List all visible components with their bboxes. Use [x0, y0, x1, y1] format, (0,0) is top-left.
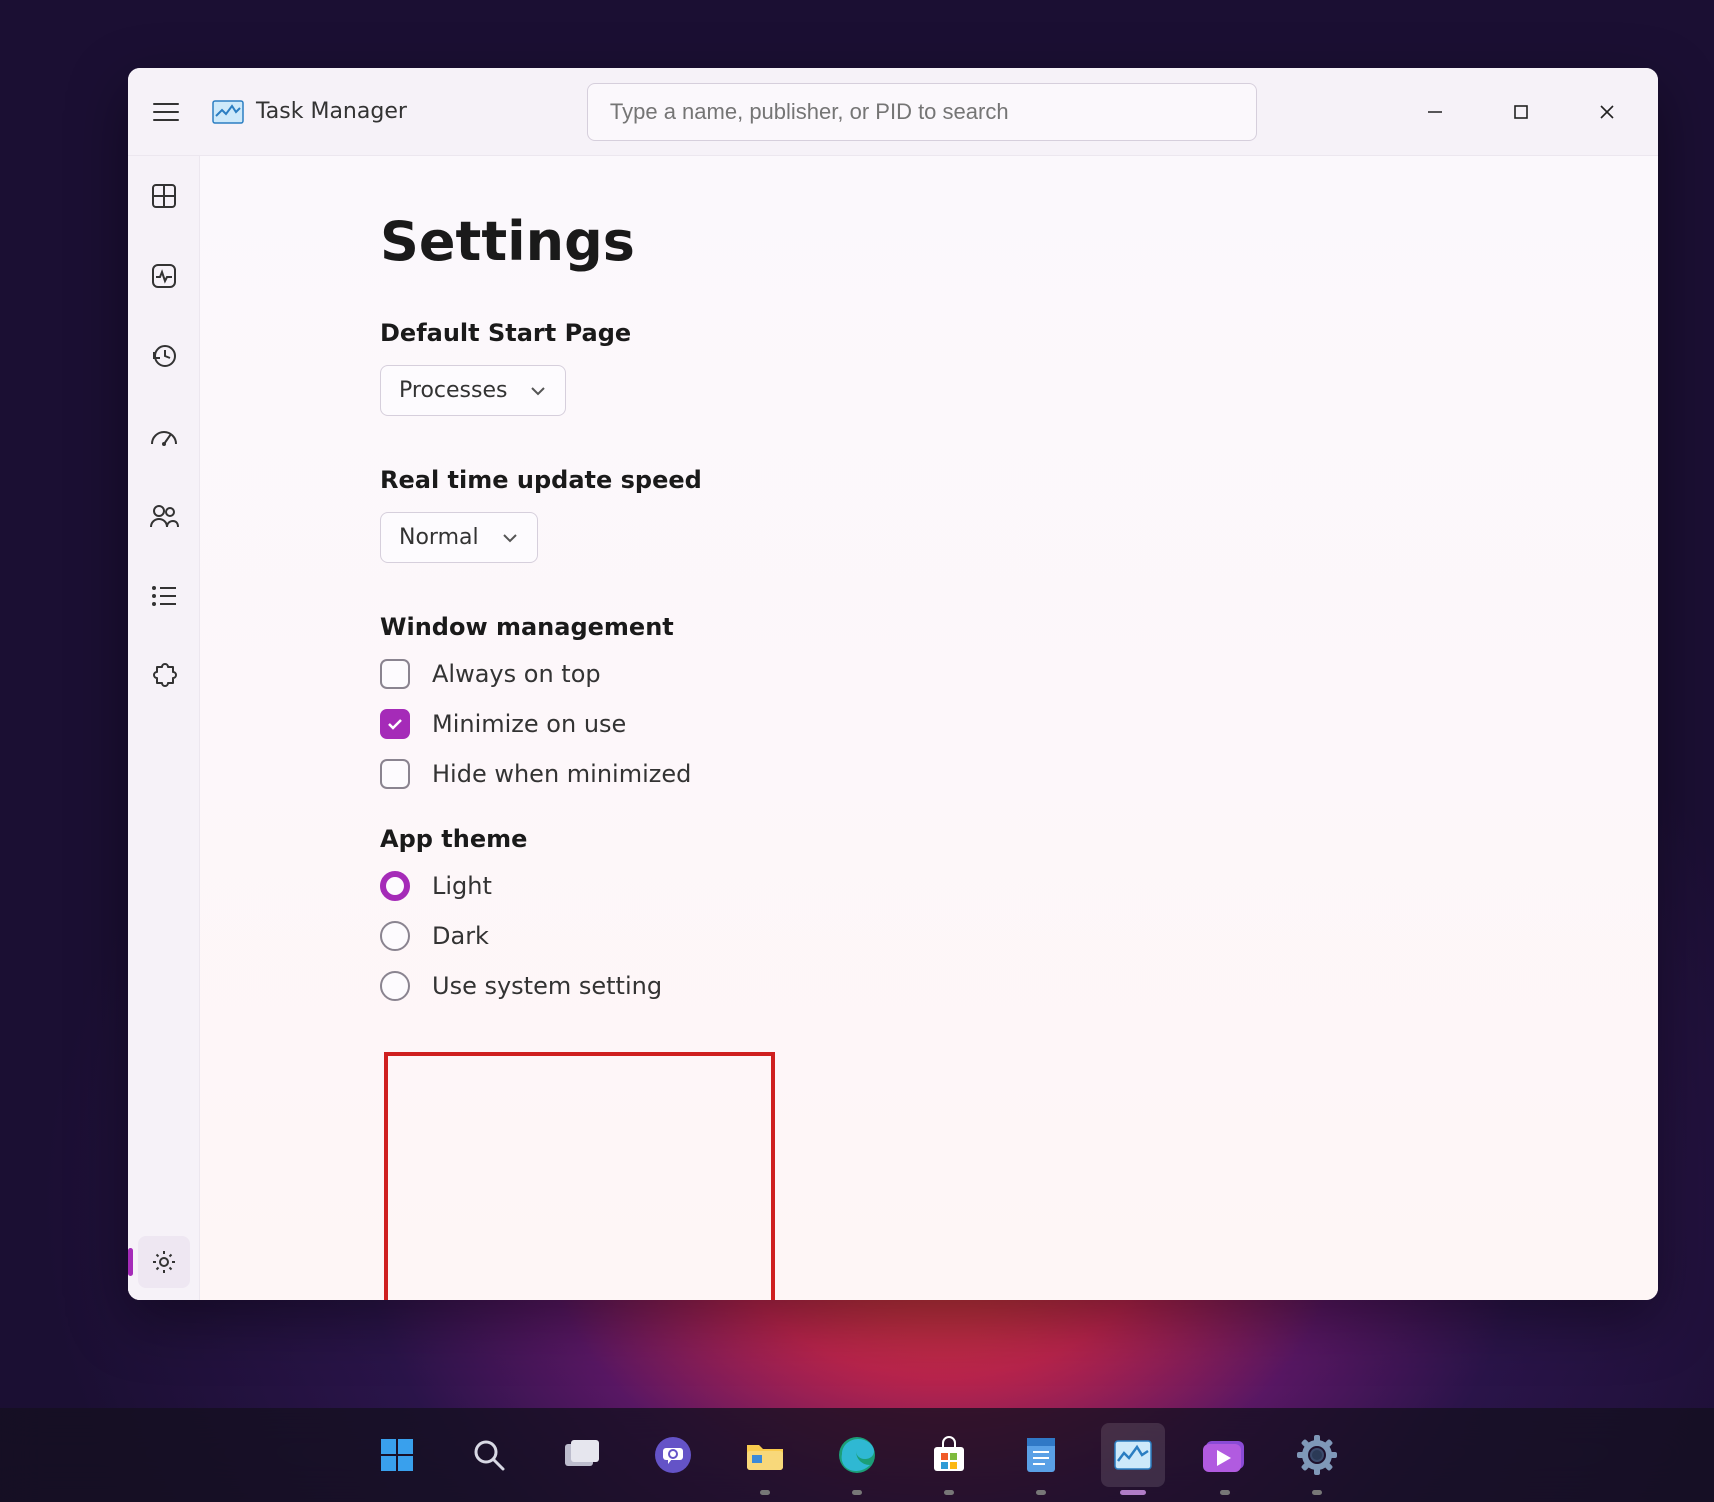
- taskbar-start[interactable]: [365, 1423, 429, 1487]
- taskbar-settings[interactable]: [1285, 1423, 1349, 1487]
- taskbar-search[interactable]: [457, 1423, 521, 1487]
- nav-app-history[interactable]: [138, 330, 190, 382]
- option-label: Use system setting: [432, 972, 662, 1000]
- history-icon: [150, 342, 178, 370]
- task-view-icon: [561, 1438, 601, 1472]
- nav-performance[interactable]: [138, 250, 190, 302]
- speedometer-icon: [149, 424, 179, 448]
- window-management-label: Window management: [380, 613, 1658, 641]
- close-icon: [1598, 103, 1616, 121]
- search-icon: [470, 1436, 508, 1474]
- store-icon: [929, 1435, 969, 1475]
- option-label: Always on top: [432, 660, 601, 688]
- app-theme-label: App theme: [380, 825, 1658, 853]
- theme-system-radio[interactable]: [380, 971, 410, 1001]
- default-start-page-dropdown[interactable]: Processes: [380, 365, 566, 416]
- users-icon: [149, 503, 179, 529]
- window-controls: [1392, 80, 1650, 144]
- edge-icon: [836, 1434, 878, 1476]
- app-title: Task Manager: [256, 99, 407, 124]
- app-icon: [212, 96, 244, 128]
- hide-when-minimized-option[interactable]: Hide when minimized: [380, 759, 1658, 789]
- taskbar-store[interactable]: [917, 1423, 981, 1487]
- dropdown-value: Processes: [399, 378, 507, 403]
- taskbar-notepad[interactable]: [1009, 1423, 1073, 1487]
- update-speed-dropdown[interactable]: Normal: [380, 512, 538, 563]
- theme-light-radio[interactable]: [380, 871, 410, 901]
- option-label: Light: [432, 872, 492, 900]
- task-manager-icon: [1112, 1437, 1154, 1473]
- taskbar-task-manager[interactable]: [1101, 1423, 1165, 1487]
- nav-services[interactable]: [138, 650, 190, 702]
- minimize-button[interactable]: [1392, 80, 1478, 144]
- always-on-top-option[interactable]: Always on top: [380, 659, 1658, 689]
- titlebar: Task Manager: [128, 68, 1658, 156]
- nav-startup-apps[interactable]: [138, 410, 190, 462]
- hide-when-minimized-checkbox[interactable]: [380, 759, 410, 789]
- gear-icon: [1296, 1434, 1338, 1476]
- page-title: Settings: [380, 210, 1658, 273]
- taskbar-clipchamp[interactable]: [1193, 1423, 1257, 1487]
- folder-icon: [744, 1437, 786, 1473]
- taskbar-file-explorer[interactable]: [733, 1423, 797, 1487]
- minimize-on-use-checkbox[interactable]: [380, 709, 410, 739]
- grid-icon: [150, 182, 178, 210]
- heartbeat-icon: [150, 262, 178, 290]
- nav-users[interactable]: [138, 490, 190, 542]
- theme-light-option[interactable]: Light: [380, 871, 1658, 901]
- windows-icon: [377, 1435, 417, 1475]
- default-start-page-label: Default Start Page: [380, 319, 1658, 347]
- chat-icon: [652, 1434, 694, 1476]
- nav-processes[interactable]: [138, 170, 190, 222]
- hamburger-icon: [153, 102, 179, 122]
- list-icon: [150, 584, 178, 608]
- active-indicator: [128, 1248, 133, 1276]
- sidebar: [128, 156, 200, 1300]
- hamburger-menu-button[interactable]: [140, 86, 192, 138]
- option-label: Dark: [432, 922, 489, 950]
- update-speed-label: Real time update speed: [380, 466, 1658, 494]
- theme-dark-option[interactable]: Dark: [380, 921, 1658, 951]
- search-input[interactable]: [587, 83, 1257, 141]
- minimize-on-use-option[interactable]: Minimize on use: [380, 709, 1658, 739]
- theme-dark-radio[interactable]: [380, 921, 410, 951]
- close-button[interactable]: [1564, 80, 1650, 144]
- clipchamp-icon: [1203, 1438, 1247, 1472]
- maximize-icon: [1513, 104, 1529, 120]
- taskbar-task-view[interactable]: [549, 1423, 613, 1487]
- taskbar: [0, 1408, 1714, 1502]
- task-manager-window: Task Manager: [128, 68, 1658, 1300]
- taskbar-chat[interactable]: [641, 1423, 705, 1487]
- dropdown-value: Normal: [399, 525, 479, 550]
- main-content: Settings Default Start Page Processes Re…: [200, 156, 1658, 1300]
- nav-details[interactable]: [138, 570, 190, 622]
- nav-settings[interactable]: [138, 1236, 190, 1288]
- option-label: Hide when minimized: [432, 760, 691, 788]
- chevron-down-icon: [501, 532, 519, 544]
- taskbar-edge[interactable]: [825, 1423, 889, 1487]
- check-icon: [386, 717, 404, 731]
- gear-icon: [150, 1248, 178, 1276]
- minimize-icon: [1426, 103, 1444, 121]
- maximize-button[interactable]: [1478, 80, 1564, 144]
- notepad-icon: [1023, 1434, 1059, 1476]
- puzzle-icon: [150, 662, 178, 690]
- always-on-top-checkbox[interactable]: [380, 659, 410, 689]
- option-label: Minimize on use: [432, 710, 626, 738]
- chevron-down-icon: [529, 385, 547, 397]
- theme-system-option[interactable]: Use system setting: [380, 971, 1658, 1001]
